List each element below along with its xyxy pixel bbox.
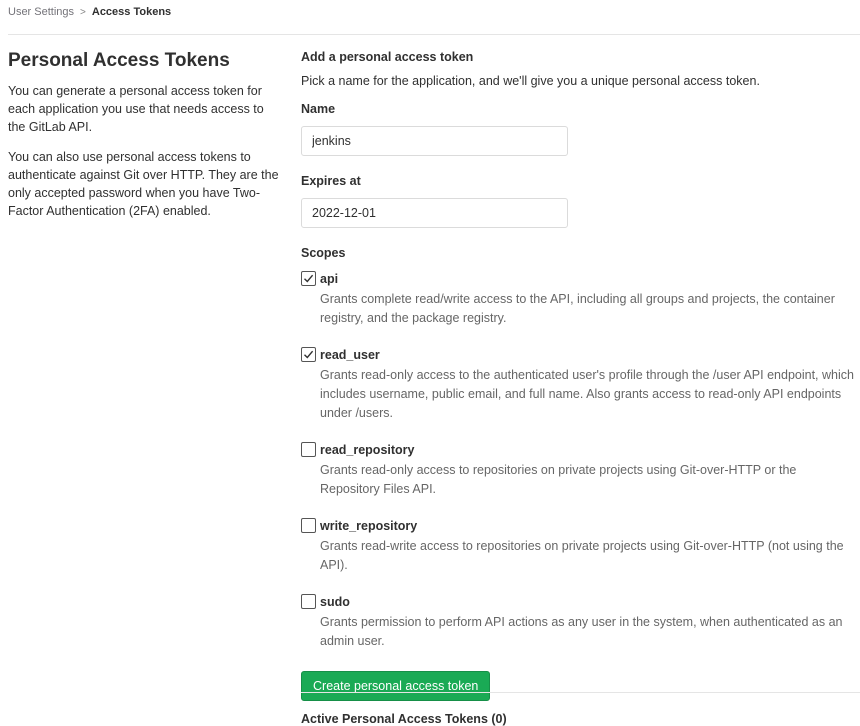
scope-read-repository-checkbox[interactable]: [301, 442, 316, 457]
breadcrumb-separator: >: [80, 6, 86, 18]
breadcrumb-access-tokens[interactable]: Access Tokens: [92, 6, 171, 18]
scope-api-checkbox[interactable]: [301, 271, 316, 286]
info-paragraph-1: You can generate a personal access token…: [8, 84, 264, 134]
expires-at-input[interactable]: [301, 198, 568, 228]
active-tokens-title: Active Personal Access Tokens (0): [301, 712, 507, 726]
info-paragraph-2: You can also use personal access tokens …: [8, 150, 279, 218]
token-form: Add a personal access token Pick a name …: [301, 50, 860, 701]
breadcrumb: User Settings > Access Tokens: [8, 6, 171, 18]
scope-sudo-checkbox[interactable]: [301, 594, 316, 609]
scope-read-user-description: Grants read-only access to the authentic…: [320, 368, 854, 420]
create-token-button[interactable]: Create personal access token: [301, 671, 491, 701]
name-input[interactable]: [301, 126, 568, 156]
scope-read-repository-label[interactable]: read_repository: [320, 443, 414, 457]
scope-write-repository-checkbox[interactable]: [301, 518, 316, 533]
form-description: Pick a name for the application, and we'…: [301, 74, 760, 88]
scopes-label: Scopes: [301, 246, 346, 260]
scope-read-user-checkbox[interactable]: [301, 347, 316, 362]
expires-label: Expires at: [301, 174, 361, 188]
scope-read-repository: read_repository Grants read-only access …: [301, 441, 860, 499]
scope-api-description: Grants complete read/write access to the…: [320, 292, 835, 325]
scope-api: api Grants complete read/write access to…: [301, 270, 860, 328]
checkmark-icon: [304, 350, 314, 359]
scope-sudo: sudo Grants permission to perform API ac…: [301, 593, 860, 651]
name-label: Name: [301, 102, 336, 116]
breadcrumb-user-settings[interactable]: User Settings: [8, 6, 74, 18]
scope-read-repository-description: Grants read-only access to repositories …: [320, 463, 797, 496]
info-column: Personal Access Tokens You can generate …: [8, 50, 280, 232]
scope-read-user: read_user Grants read-only access to the…: [301, 346, 860, 423]
scope-write-repository: write_repository Grants read-write acces…: [301, 517, 860, 575]
scope-api-label[interactable]: api: [320, 272, 338, 286]
form-title: Add a personal access token: [301, 50, 474, 64]
scope-sudo-label[interactable]: sudo: [320, 595, 350, 609]
checkmark-icon: [304, 274, 314, 283]
section-divider: [301, 692, 860, 693]
page-title: Personal Access Tokens: [8, 50, 230, 71]
scopes-list: api Grants complete read/write access to…: [301, 270, 860, 651]
header-divider: [8, 34, 860, 35]
scope-read-user-label[interactable]: read_user: [320, 348, 380, 362]
scope-write-repository-label[interactable]: write_repository: [320, 519, 417, 533]
scope-write-repository-description: Grants read-write access to repositories…: [320, 539, 844, 572]
scope-sudo-description: Grants permission to perform API actions…: [320, 615, 843, 648]
